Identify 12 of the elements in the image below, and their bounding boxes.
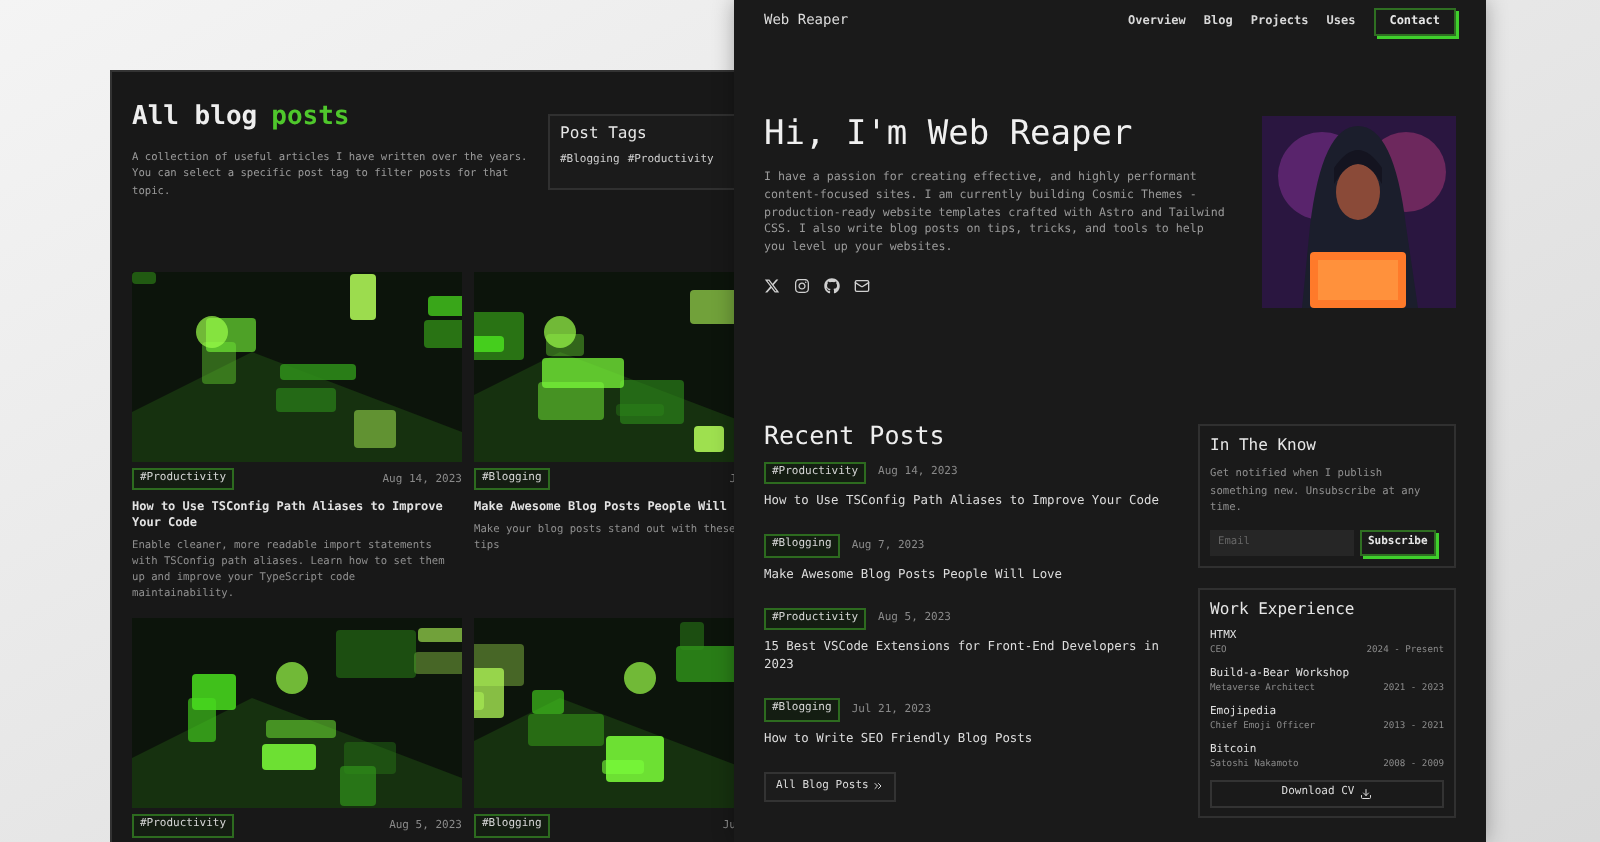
hero-heading: Hi, I'm Web Reaper: [764, 118, 1135, 152]
instagram-icon[interactable]: [794, 277, 810, 294]
mail-icon[interactable]: [854, 277, 870, 294]
page-title-accent: posts: [271, 104, 350, 130]
github-icon[interactable]: [824, 277, 840, 294]
post-tags-title: Post Tags: [560, 126, 649, 142]
newsletter-title: In The Know: [1210, 438, 1318, 454]
download-icon: [1360, 787, 1373, 799]
recent-posts-heading: Recent Posts: [764, 424, 947, 449]
x-logo-icon[interactable]: [764, 277, 780, 294]
work-title: Work Experience: [1210, 601, 1357, 617]
page-title: All blog: [132, 104, 258, 130]
